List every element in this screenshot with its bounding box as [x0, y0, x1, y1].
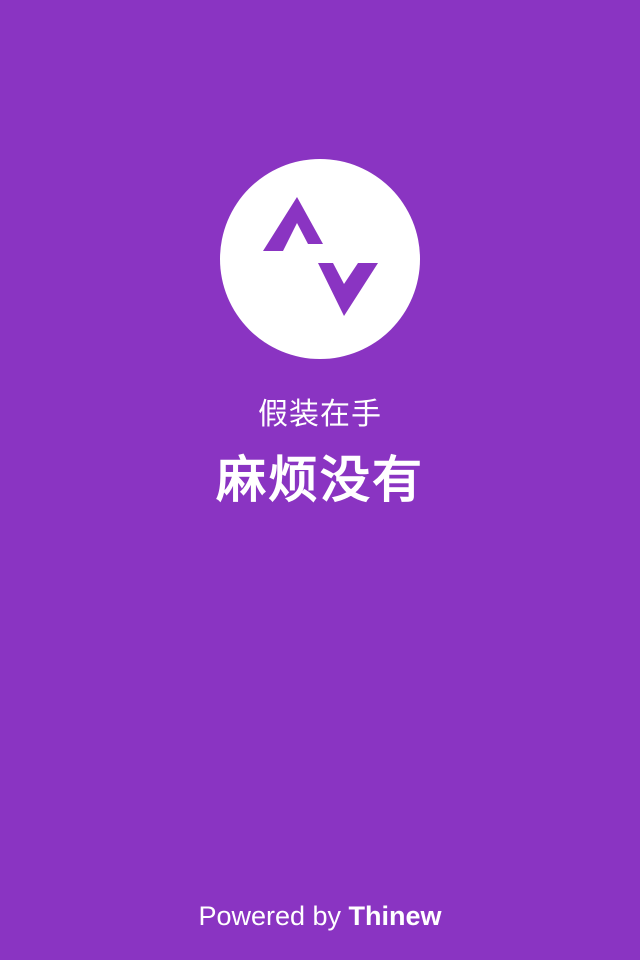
tagline-title: 麻烦没有 [216, 451, 424, 509]
splash-screen: 假装在手 麻烦没有 Powered by Thinew [0, 0, 640, 960]
peaks-icon [263, 197, 378, 316]
powered-by-label: Powered by [198, 901, 342, 931]
app-logo [220, 159, 420, 359]
powered-by-footer: Powered by Thinew [0, 896, 640, 936]
tagline-subtitle: 假装在手 [258, 397, 382, 432]
brand-name: Thinew [348, 901, 442, 931]
